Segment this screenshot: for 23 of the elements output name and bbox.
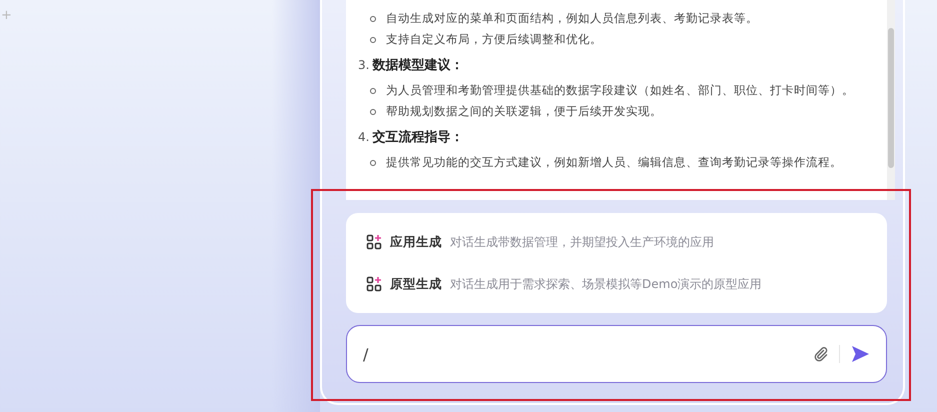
send-icon[interactable]: [850, 344, 870, 364]
section-heading: 交互流程指导：: [372, 128, 464, 146]
list-item: 提供常见功能的交互方式建议，例如新增人员、编辑信息、查询考勤记录等操作流程。: [386, 155, 842, 170]
item-number: 3.: [358, 58, 370, 72]
list-item: 自动生成对应的菜单和页面结构，例如人员信息列表、考勤记录表等。: [386, 11, 758, 26]
apps-plus-icon: [366, 234, 382, 250]
suggestion-item[interactable]: 应用生成 对话生成带数据管理，并期望投入生产环境的应用: [366, 221, 867, 263]
bullet-icon: [370, 88, 376, 94]
bullet-icon: [370, 160, 376, 166]
scrollbar-thumb[interactable]: [888, 28, 894, 168]
list-item: 支持自定义布局，方便后续调整和优化。: [386, 32, 602, 47]
apps-plus-icon: [366, 276, 382, 292]
list-item: 为人员管理和考勤管理提供基础的数据字段建议（如姓名、部门、职位、打卡时间等）。: [386, 83, 854, 98]
bullet-icon: [370, 36, 376, 42]
list-item: 帮助规划数据之间的关联逻辑，便于后续开发实现。: [386, 104, 662, 119]
suggestion-item[interactable]: 原型生成 对话生成用于需求探索、场景模拟等Demo演示的原型应用: [366, 263, 867, 305]
plus-mark: +: [1, 8, 12, 23]
bullet-icon: [370, 16, 376, 22]
item-number: 4.: [358, 130, 370, 144]
message-input[interactable]: /: [346, 325, 887, 383]
bullet-icon: [370, 108, 376, 114]
paperclip-icon[interactable]: [813, 346, 829, 362]
section-heading: 数据模型建议：: [372, 56, 464, 74]
